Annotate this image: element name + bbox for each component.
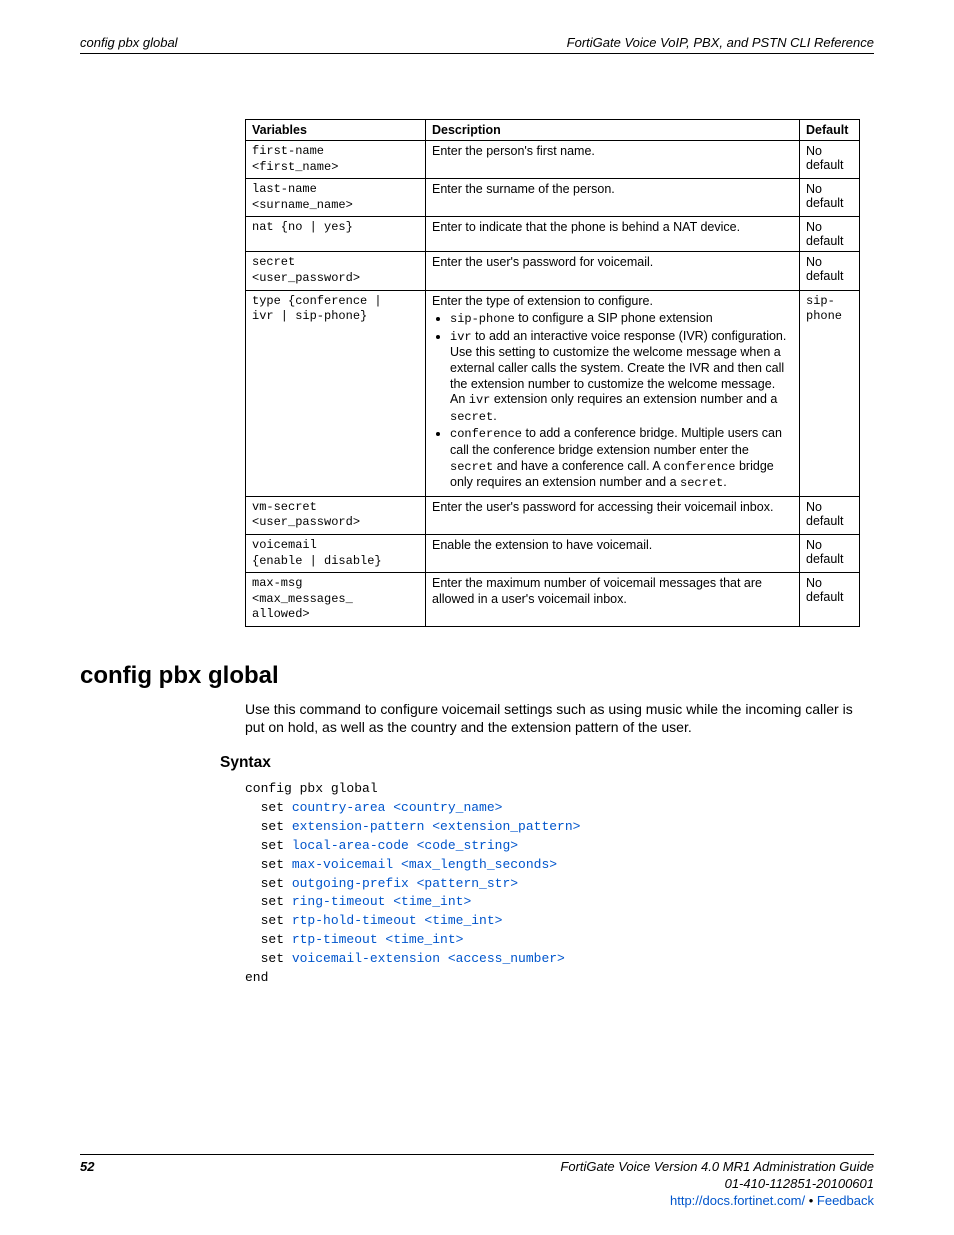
default-cell: No default (800, 141, 860, 179)
section-heading: config pbx global (80, 662, 874, 690)
default-cell: No default (800, 179, 860, 217)
desc-cell: Enter the user's password for voicemail. (426, 252, 800, 290)
var-cell: vm-secret<user_password> (246, 496, 426, 534)
syntax-link[interactable]: outgoing-prefix <pattern_str> (292, 876, 518, 891)
footer-right: FortiGate Voice Version 4.0 MR1 Administ… (560, 1159, 874, 1210)
page-header: config pbx global FortiGate Voice VoIP, … (80, 35, 874, 54)
var-cell: voicemail{enable | disable} (246, 535, 426, 573)
var-cell: max-msg<max_messages_allowed> (246, 573, 426, 627)
footer-docid: 01-410-112851-20100601 (560, 1176, 874, 1193)
syntax-link[interactable]: local-area-code <code_string> (292, 838, 518, 853)
header-right: FortiGate Voice VoIP, PBX, and PSTN CLI … (567, 35, 874, 50)
col-header-variables: Variables (246, 120, 426, 141)
page-number: 52 (80, 1159, 94, 1174)
desc-cell: Enter the user's password for accessing … (426, 496, 800, 534)
desc-cell: Enter the surname of the person. (426, 179, 800, 217)
table-row: max-msg<max_messages_allowed> Enter the … (246, 573, 860, 627)
table-row: first-name<first_name> Enter the person'… (246, 141, 860, 179)
desc-cell: Enter to indicate that the phone is behi… (426, 217, 800, 252)
default-cell: No default (800, 535, 860, 573)
syntax-link[interactable]: extension-pattern <extension_pattern> (292, 819, 581, 834)
var-cell: nat {no | yes} (246, 217, 426, 252)
default-cell: No default (800, 217, 860, 252)
syntax-heading: Syntax (220, 754, 874, 772)
table-row: vm-secret<user_password> Enter the user'… (246, 496, 860, 534)
list-item: ivr to add an interactive voice response… (450, 329, 793, 426)
syntax-link[interactable]: country-area <country_name> (292, 800, 503, 815)
header-left: config pbx global (80, 35, 178, 50)
table-row: last-name<surname_name> Enter the surnam… (246, 179, 860, 217)
default-cell: No default (800, 252, 860, 290)
table-row: secret<user_password> Enter the user's p… (246, 252, 860, 290)
syntax-link[interactable]: max-voicemail <max_length_seconds> (292, 857, 557, 872)
footer-title: FortiGate Voice Version 4.0 MR1 Administ… (560, 1159, 874, 1176)
table-row: voicemail{enable | disable} Enable the e… (246, 535, 860, 573)
table-row: type {conference |ivr | sip-phone} Enter… (246, 290, 860, 496)
table-row: nat {no | yes} Enter to indicate that th… (246, 217, 860, 252)
section-intro: Use this command to configure voicemail … (245, 700, 874, 736)
default-cell: No default (800, 573, 860, 627)
list-item: sip-phone to configure a SIP phone exten… (450, 311, 793, 328)
desc-cell: Enable the extension to have voicemail. (426, 535, 800, 573)
desc-cell: Enter the maximum number of voicemail me… (426, 573, 800, 627)
desc-cell: Enter the person's first name. (426, 141, 800, 179)
var-cell: secret<user_password> (246, 252, 426, 290)
col-header-description: Description (426, 120, 800, 141)
var-cell: first-name<first_name> (246, 141, 426, 179)
var-cell: last-name<surname_name> (246, 179, 426, 217)
syntax-link[interactable]: ring-timeout <time_int> (292, 894, 471, 909)
syntax-link[interactable]: rtp-timeout <time_int> (292, 932, 464, 947)
table-header-row: Variables Description Default (246, 120, 860, 141)
var-cell: type {conference |ivr | sip-phone} (246, 290, 426, 496)
page-footer: 52 FortiGate Voice Version 4.0 MR1 Admin… (80, 1154, 874, 1210)
syntax-link[interactable]: rtp-hold-timeout <time_int> (292, 913, 503, 928)
list-item: conference to add a conference bridge. M… (450, 426, 793, 491)
default-cell: No default (800, 496, 860, 534)
variables-table: Variables Description Default first-name… (245, 119, 860, 627)
default-cell: sip-phone (800, 290, 860, 496)
col-header-default: Default (800, 120, 860, 141)
footer-feedback-link[interactable]: Feedback (817, 1193, 874, 1208)
footer-url-link[interactable]: http://docs.fortinet.com/ (670, 1193, 805, 1208)
syntax-link[interactable]: voicemail-extension <access_number> (292, 951, 565, 966)
syntax-block: config pbx global set country-area <coun… (245, 780, 874, 987)
desc-cell: Enter the type of extension to configure… (426, 290, 800, 496)
